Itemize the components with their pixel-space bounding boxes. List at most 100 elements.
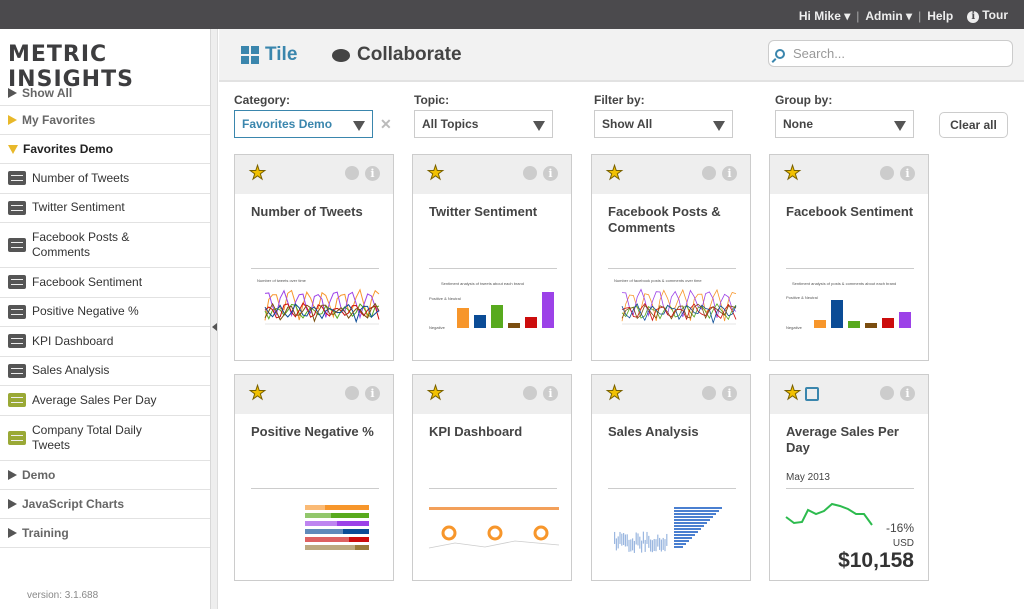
category-select[interactable]: Favorites Demo [234,110,373,138]
gear-icon[interactable] [702,166,716,180]
divider [786,488,914,489]
thumb-bar [618,536,619,548]
gear-icon[interactable] [880,166,894,180]
star-icon[interactable]: ★ [249,164,266,183]
info-icon[interactable]: i [365,166,380,181]
info-icon[interactable]: i [543,386,558,401]
sidebar-collapse-handle[interactable] [211,29,218,609]
tile[interactable]: ★ i Facebook Posts & Comments Number of … [591,154,751,361]
clear-all-button[interactable]: Clear all [939,112,1008,138]
tile-title[interactable]: Facebook Posts & Comments [608,204,738,236]
thumb-caption: Number of facebook posts & comments over… [614,278,702,283]
group-by-value: None [783,117,813,131]
sidebar-group[interactable]: JavaScript Charts [0,490,210,519]
thumb-donut [443,527,455,539]
sidebar-item[interactable]: Facebook Posts & Comments [0,223,210,268]
thumb-bar [542,292,554,328]
clear-category-icon[interactable]: ✕ [380,116,392,133]
sidebar-group[interactable]: Favorites Demo [0,135,210,164]
star-icon[interactable]: ★ [427,164,444,183]
star-icon[interactable]: ★ [606,164,623,183]
group-by-select[interactable]: None [775,110,914,138]
tile-header: ★ i [770,155,928,194]
sidebar-item[interactable]: Company Total Daily Tweets [0,416,210,461]
tile-title[interactable]: Number of Tweets [251,204,381,220]
tile-thumbnail-chart[interactable]: Number of tweets over time [247,273,385,337]
tile[interactable]: ★ i Sales Analysis [591,374,751,581]
gear-icon[interactable] [702,386,716,400]
star-icon[interactable]: ★ [249,384,266,403]
tile-thumbnail-chart[interactable]: Number of facebook posts & comments over… [604,273,742,337]
info-icon[interactable]: i [900,386,915,401]
tile[interactable]: ★ i Number of Tweets Number of tweets ov… [234,154,394,361]
sidebar-group-label: Training [22,526,69,540]
divider [429,268,557,269]
tile[interactable]: ★ i Average Sales Per Day May 2013 -16% … [769,374,929,581]
tile-title[interactable]: Sales Analysis [608,424,738,440]
star-icon[interactable]: ★ [784,164,801,183]
chart-icon [8,364,26,378]
divider [429,488,557,489]
thumb-axis-label: Negative [429,325,446,330]
info-icon[interactable]: i [722,166,737,181]
sidebar-item[interactable]: Number of Tweets [0,164,210,194]
tile-title[interactable]: Facebook Sentiment [786,204,916,220]
caret-right-icon [8,528,17,538]
gear-icon[interactable] [345,386,359,400]
sidebar-item[interactable]: Positive Negative % [0,298,210,328]
gear-icon[interactable] [880,386,894,400]
sidebar-group-label: My Favorites [22,113,95,127]
tile-thumbnail-chart[interactable]: Sentiment analysis of posts & comments a… [782,273,920,337]
star-icon[interactable]: ★ [784,384,801,403]
gear-icon[interactable] [523,386,537,400]
sidebar-item[interactable]: Sales Analysis [0,357,210,387]
tile-title[interactable]: KPI Dashboard [429,424,559,440]
sidebar-item[interactable]: Average Sales Per Day [0,386,210,416]
sidebar-item[interactable]: Twitter Sentiment [0,194,210,224]
sidebar-item-label: Positive Negative % [32,304,139,319]
info-icon[interactable]: i [900,166,915,181]
help-link[interactable]: Help [927,9,953,23]
tab-tile[interactable]: Tile [241,44,297,66]
tile-title[interactable]: Average Sales Per Day [786,424,916,456]
tile-thumbnail-chart[interactable]: Sentiment analysis of tweets about each … [425,273,563,337]
user-menu[interactable]: Hi Mike ▾ [799,9,850,23]
tile-title[interactable]: Twitter Sentiment [429,204,559,220]
tile[interactable]: ★ i KPI Dashboard [412,374,572,581]
tile-title[interactable]: Positive Negative % [251,424,381,440]
tile[interactable]: ★ i Facebook Sentiment Sentiment analysi… [769,154,929,361]
caret-right-icon [8,499,17,509]
sidebar-group[interactable]: Training [0,519,210,548]
sidebar-group[interactable]: Demo [0,461,210,490]
sidebar-group[interactable]: Show All [0,80,210,106]
topic-select[interactable]: All Topics [414,110,553,138]
divider [608,488,736,489]
thumb-bar [657,535,658,547]
gear-icon[interactable] [523,166,537,180]
tile[interactable]: ★ i Twitter Sentiment Sentiment analysis… [412,154,572,361]
filter-by-select[interactable]: Show All [594,110,733,138]
star-icon[interactable]: ★ [427,384,444,403]
search-input[interactable]: Search... [768,40,1013,67]
gear-icon[interactable] [345,166,359,180]
info-icon[interactable]: i [722,386,737,401]
info-icon[interactable]: i [365,386,380,401]
tab-collaborate[interactable]: Collaborate [332,44,462,66]
sidebar-group[interactable]: My Favorites [0,106,210,135]
sidebar-item[interactable]: KPI Dashboard [0,327,210,357]
tile[interactable]: ★ i Positive Negative % [234,374,394,581]
sidebar-item[interactable]: Facebook Sentiment [0,268,210,298]
thumb-donut [489,527,501,539]
tile-thumbnail-chart[interactable] [604,493,742,557]
thumb-bar [636,532,637,544]
edit-note-icon[interactable] [805,387,819,401]
admin-menu[interactable]: Admin ▾ [865,9,912,23]
tour-label: Tour [982,8,1008,22]
tile-thumbnail-chart[interactable] [247,493,385,557]
star-icon[interactable]: ★ [606,384,623,403]
caret-down-icon [8,145,18,154]
info-icon[interactable]: i [543,166,558,181]
tile-thumbnail-chart[interactable] [425,493,563,557]
tour-link[interactable]: i Tour [959,8,1008,23]
chevron-down-icon [533,121,545,131]
